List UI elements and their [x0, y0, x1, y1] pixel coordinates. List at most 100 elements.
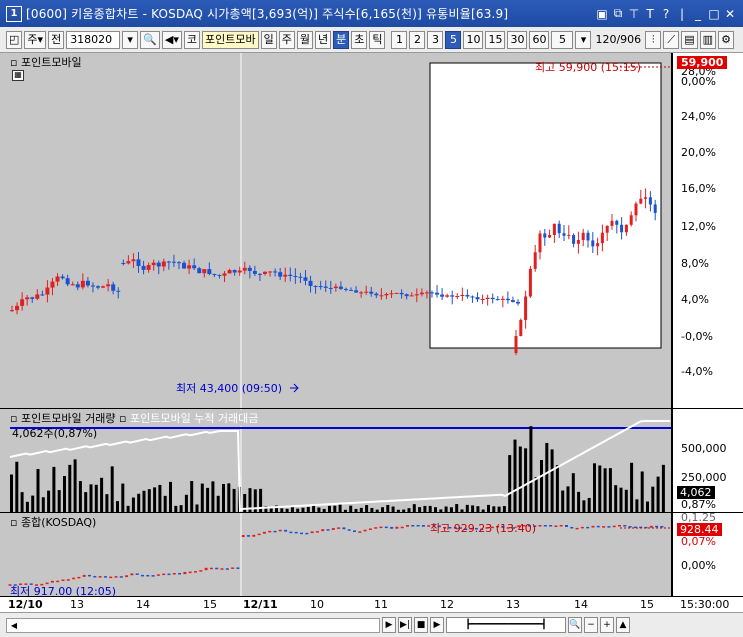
candle-body [318, 286, 323, 288]
period-year[interactable]: 년 [314, 30, 332, 49]
interval-5[interactable]: 5 [445, 30, 462, 49]
index-candle [156, 574, 160, 576]
pin-icon[interactable]: ⊤ [627, 6, 641, 22]
minimize-icon[interactable]: _ [691, 6, 705, 22]
candle-body [252, 270, 257, 274]
save-icon[interactable]: ▤ [681, 30, 698, 49]
interval-10[interactable]: 10 [463, 30, 484, 49]
minus-icon[interactable]: − [584, 617, 598, 633]
period-month[interactable]: 월 [296, 30, 313, 49]
index-candle [554, 525, 558, 527]
interval-15[interactable]: 15 [485, 30, 506, 49]
restore-icon[interactable]: ⧉ [611, 6, 625, 22]
interval-30[interactable]: 30 [507, 30, 528, 49]
period-minute[interactable]: 분 [333, 30, 350, 49]
window-list-icon[interactable]: ◰ [6, 30, 23, 49]
candle-body [25, 297, 30, 300]
time-axis-label: 13 [70, 598, 84, 611]
zoom-slider[interactable]: ┣━━━━━━━━━━━━━┫ [446, 617, 566, 633]
candle-body [600, 232, 604, 244]
chart-scrollbar[interactable]: ◀ ▶ ▶| ■ ▶ ┣━━━━━━━━━━━━━┫ 🔍 − + ▲ [0, 612, 743, 637]
indicator-icon[interactable]: ⫶ [645, 30, 662, 49]
price-axis-tick: 0,00% [681, 75, 716, 88]
candle-body [572, 235, 576, 244]
candle-body [268, 271, 273, 273]
zoom-out-icon[interactable]: 🔍 [568, 617, 582, 633]
candle-body [538, 233, 542, 253]
market-button[interactable]: 코 [183, 30, 200, 49]
candle-body [354, 290, 359, 293]
scroll-left-arrow[interactable]: ◀ [7, 619, 21, 632]
index-candle [549, 525, 553, 527]
print-icon[interactable]: ▥ [699, 30, 716, 49]
search-icon[interactable]: 🔍 [140, 30, 160, 49]
candle-body [171, 261, 176, 263]
next-icon[interactable]: ▶ [430, 617, 444, 633]
index-candle [406, 525, 409, 527]
candle-body [65, 278, 70, 285]
maximize-icon[interactable]: □ [707, 6, 721, 22]
candle-body [653, 204, 657, 213]
plus-icon[interactable]: + [600, 617, 614, 633]
interval-3[interactable]: 3 [427, 30, 444, 49]
settings-icon[interactable]: ⚙ [718, 30, 734, 49]
candle-body [45, 287, 50, 295]
end-icon[interactable]: ▶| [398, 617, 412, 633]
index-axis-tick: 0,00% [681, 559, 716, 572]
index-candle [368, 528, 372, 530]
candle-body [349, 289, 354, 291]
draw-icon[interactable]: ⟋ [663, 30, 680, 49]
interval-2[interactable]: 2 [409, 30, 426, 49]
price-axis: 28,0% 0,00% 24,0% 20,0% 16,0% 12,0% 8,0% 4,0% -0… [672, 53, 743, 408]
volume-bar [63, 476, 66, 512]
volume-pane[interactable]: ▫ 포인트모바일 거래량 ▫ 포인트모바일 누적 거래대금 4,062주(0,8… [0, 408, 672, 512]
candle-body [490, 297, 495, 300]
volume-bar [571, 473, 575, 512]
grid-icon[interactable]: ▦ [12, 70, 24, 81]
dropdown-arrow-icon[interactable]: ▾ [122, 30, 139, 49]
volume-bar [227, 483, 231, 512]
volume-sublabel: 4,062주(0,87%) [12, 427, 98, 440]
candle-body [182, 262, 187, 269]
volume-bar [31, 495, 35, 512]
price-pane[interactable]: ▫ 포인트모바일 ▦ 최저 43,400 (09:50) 최고 59,900 (… [0, 53, 672, 408]
interval-60[interactable]: 60 [529, 30, 550, 49]
play-icon[interactable]: ▶ [382, 617, 396, 633]
period-day[interactable]: 일 [260, 30, 277, 49]
index-candle [416, 525, 420, 527]
time-axis-label: 12 [440, 598, 454, 611]
index-candle [125, 575, 129, 578]
prev-button[interactable]: 전 [48, 30, 65, 49]
period-second[interactable]: 초 [351, 30, 368, 49]
index-candle [88, 574, 91, 577]
scroll-track[interactable]: ◀ [6, 617, 380, 633]
help-icon[interactable]: ? [659, 6, 673, 22]
index-candle [262, 531, 266, 534]
close-icon[interactable]: ✕ [723, 6, 737, 22]
candle-body [445, 295, 450, 297]
up-icon[interactable]: ▲ [616, 617, 630, 633]
text-icon[interactable]: T [643, 6, 657, 22]
period-tick[interactable]: 틱 [369, 30, 386, 49]
candle-body [80, 280, 85, 288]
price-chart[interactable] [0, 53, 672, 408]
volume-bar [137, 493, 141, 512]
stock-name-field[interactable]: 포인트모바 [202, 30, 259, 49]
index-candle [395, 526, 399, 529]
candle-body [460, 294, 465, 297]
index-pane[interactable]: ▫ 종합(KOSDAQ) 최고 929.23 (13:40) 최저 917.00… [0, 512, 672, 596]
index-candle [602, 526, 606, 528]
period-select[interactable]: 주 ▾ [24, 30, 47, 49]
volume-bar [100, 477, 104, 512]
volume-bar [619, 487, 623, 512]
stock-code-input[interactable]: 318020 [66, 30, 121, 49]
candle-body [187, 265, 192, 269]
speaker-icon[interactable]: ◀▾ [161, 30, 182, 49]
interval-select[interactable]: 5 [551, 30, 574, 49]
interval-1[interactable]: 1 [391, 30, 408, 49]
index-candle [331, 528, 335, 530]
stop-icon[interactable]: ■ [414, 617, 428, 633]
layout-icon[interactable]: ▣ [595, 6, 609, 22]
dropdown-arrow-icon[interactable]: ▾ [575, 30, 592, 49]
period-week[interactable]: 주 [278, 30, 295, 49]
